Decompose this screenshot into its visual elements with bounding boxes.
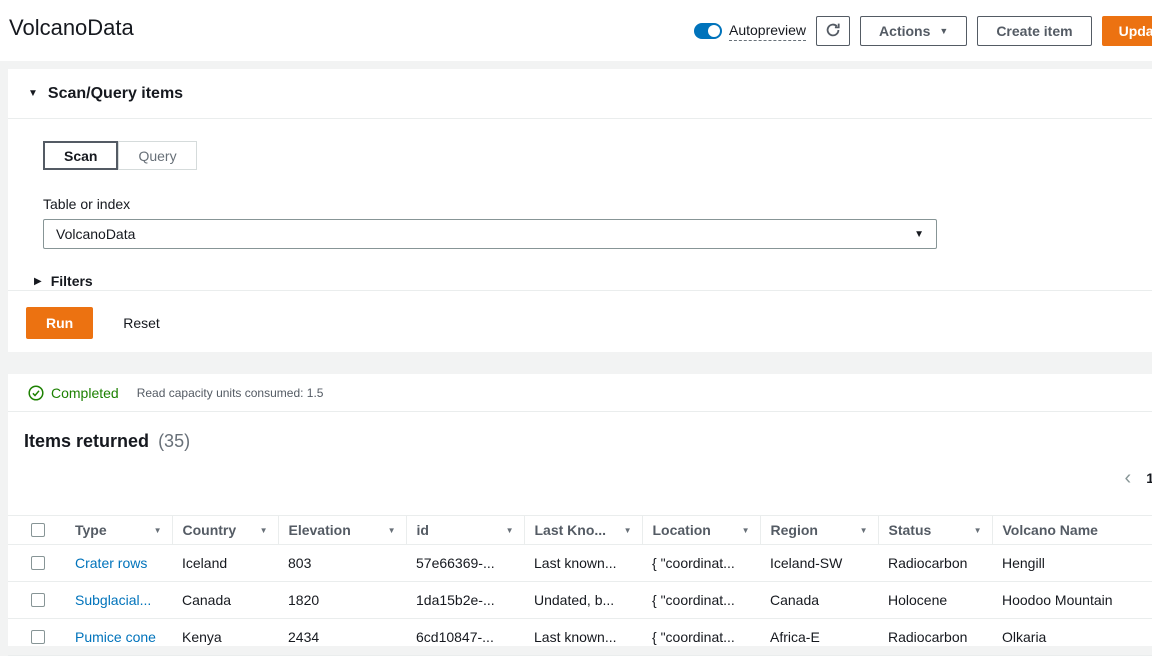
pagination: ‹ 1: [1125, 468, 1152, 488]
cell-volcano-name: Hoodoo Mountain: [992, 581, 1152, 619]
success-check-icon: [28, 384, 44, 401]
cell-last-known: Last known...: [524, 544, 642, 582]
refresh-button[interactable]: [816, 16, 851, 46]
items-count: (35): [158, 431, 191, 451]
cell-elevation: 2434: [278, 618, 406, 656]
autopreview-control[interactable]: Autopreview: [694, 22, 807, 41]
tab-scan[interactable]: Scan: [43, 141, 119, 170]
column-header-id[interactable]: id: [417, 522, 429, 538]
sort-icon[interactable]: ▼: [624, 526, 632, 535]
autopreview-label: Autopreview: [729, 22, 807, 41]
column-header-type[interactable]: Type: [75, 522, 107, 538]
table-row: Subglacial... Canada 1820 1da15b2e-... U…: [8, 581, 1152, 619]
cell-last-known: Undated, b...: [524, 581, 642, 619]
cell-region: Canada: [760, 581, 878, 619]
capacity-consumed-text: Read capacity units consumed: 1.5: [136, 385, 324, 400]
reset-button[interactable]: Reset: [123, 315, 160, 331]
run-button[interactable]: Run: [26, 307, 94, 339]
row-checkbox[interactable]: [31, 593, 45, 607]
select-value: VolcanoData: [56, 226, 136, 242]
update-button[interactable]: Update: [1101, 16, 1152, 46]
autopreview-toggle-icon[interactable]: [694, 23, 722, 39]
item-link[interactable]: Crater rows: [65, 544, 172, 582]
page-title: VolcanoData: [9, 15, 134, 40]
sort-icon[interactable]: ▼: [388, 526, 396, 535]
cell-country: Kenya: [172, 618, 278, 656]
create-item-button[interactable]: Create item: [977, 16, 1092, 46]
items-returned-heading: Items returned (35): [24, 431, 191, 451]
column-header-region[interactable]: Region: [771, 522, 818, 538]
filters-label: Filters: [50, 273, 93, 289]
scan-query-footer: Run Reset: [8, 290, 1152, 339]
current-page-number[interactable]: 1: [1146, 470, 1152, 486]
item-link[interactable]: Pumice cone: [65, 618, 172, 656]
cell-elevation: 803: [278, 544, 406, 582]
column-header-status[interactable]: Status: [889, 522, 932, 538]
scan-query-body: Scan Query Table or index VolcanoData ▼ …: [8, 119, 1152, 289]
top-bar: VolcanoData Autopreview Actions ▼ Create…: [0, 0, 1152, 61]
cell-location: { "coordinat...: [642, 581, 760, 619]
sort-icon[interactable]: ▼: [260, 526, 268, 535]
row-checkbox[interactable]: [31, 630, 45, 644]
table-row: Crater rows Iceland 803 57e66369-... Las…: [8, 544, 1152, 582]
cell-id: 57e66369-...: [406, 544, 524, 582]
header-controls: Autopreview Actions ▼ Create item Update: [694, 16, 1152, 46]
actions-button[interactable]: Actions ▼: [860, 16, 968, 46]
cell-location: { "coordinat...: [642, 544, 760, 582]
scan-query-mode-switch: Scan Query: [43, 141, 197, 170]
previous-page-icon[interactable]: ‹: [1125, 468, 1132, 488]
column-header-location[interactable]: Location: [653, 522, 711, 538]
cell-volcano-name: Olkaria: [992, 618, 1152, 656]
toggle-knob: [708, 25, 720, 37]
cell-last-known: Last known...: [524, 618, 642, 656]
scan-query-panel: ▼ Scan/Query items Scan Query Table or i…: [8, 69, 1152, 352]
column-header-last-known[interactable]: Last Kno...: [535, 522, 607, 538]
refresh-icon: [825, 22, 841, 41]
items-table: Type ▼ Country ▼ Elevation ▼ id ▼ Last Kno..…: [8, 515, 1152, 656]
table-header-row: Type ▼ Country ▼ Elevation ▼ id ▼ Last Kno..…: [8, 515, 1152, 545]
sort-icon[interactable]: ▼: [974, 526, 982, 535]
column-header-country[interactable]: Country: [183, 522, 237, 538]
cell-location: { "coordinat...: [642, 618, 760, 656]
status-badge: Completed: [51, 384, 119, 401]
scan-query-title: Scan/Query items: [47, 84, 184, 102]
table-row: Pumice cone Kenya 2434 6cd10847-... Last…: [8, 618, 1152, 656]
sort-icon[interactable]: ▼: [506, 526, 514, 535]
sort-icon[interactable]: ▼: [742, 526, 750, 535]
tab-query[interactable]: Query: [118, 141, 197, 170]
cell-status: Radiocarbon: [878, 544, 992, 582]
cell-status: Holocene: [878, 581, 992, 619]
column-header-volcano-name[interactable]: Volcano Name: [1003, 522, 1098, 538]
item-link[interactable]: Subglacial...: [65, 581, 172, 619]
cell-elevation: 1820: [278, 581, 406, 619]
table-or-index-select[interactable]: VolcanoData ▼: [43, 219, 937, 249]
select-all-checkbox[interactable]: [31, 523, 45, 537]
cell-region: Iceland-SW: [760, 544, 878, 582]
results-panel: Completed Read capacity units consumed: …: [8, 374, 1152, 656]
select-caret-icon: ▼: [914, 228, 924, 240]
cell-volcano-name: Hengill: [992, 544, 1152, 582]
cell-region: Africa-E: [760, 618, 878, 656]
scan-status-row: Completed Read capacity units consumed: …: [8, 374, 1152, 412]
expand-caret-icon: ▶: [34, 275, 42, 287]
sort-icon[interactable]: ▼: [154, 526, 162, 535]
scan-query-panel-header[interactable]: ▼ Scan/Query items: [8, 69, 1152, 119]
cell-id: 1da15b2e-...: [406, 581, 524, 619]
sort-icon[interactable]: ▼: [860, 526, 868, 535]
cell-country: Canada: [172, 581, 278, 619]
chevron-down-icon: ▼: [939, 25, 949, 36]
row-checkbox[interactable]: [31, 556, 45, 570]
cell-id: 6cd10847-...: [406, 618, 524, 656]
cell-status: Radiocarbon: [878, 618, 992, 656]
filters-expander[interactable]: ▶ Filters: [34, 273, 1138, 289]
collapse-caret-icon: ▼: [28, 88, 38, 99]
cell-country: Iceland: [172, 544, 278, 582]
table-or-index-label: Table or index: [43, 196, 131, 212]
column-header-elevation[interactable]: Elevation: [289, 522, 351, 538]
